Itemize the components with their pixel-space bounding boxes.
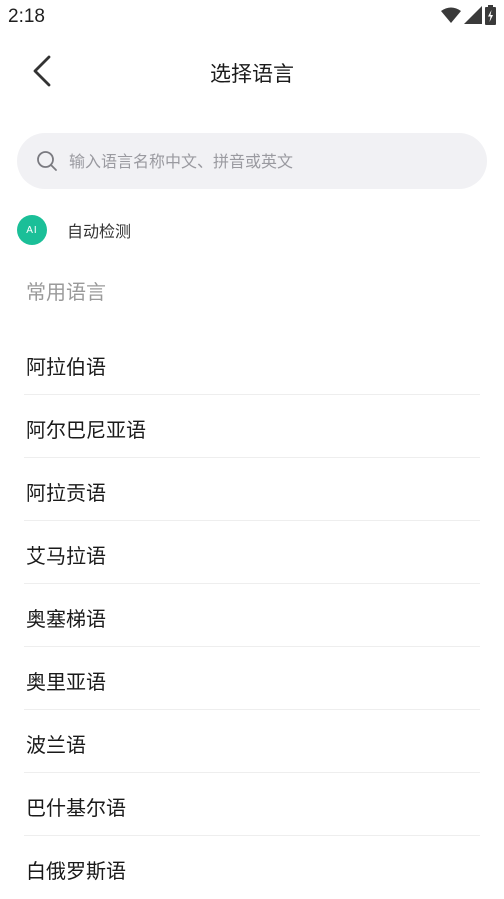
search-box[interactable] xyxy=(17,133,487,189)
language-list: 阿拉伯语 阿尔巴尼亚语 阿拉贡语 艾马拉语 奥塞梯语 奥里亚语 波兰语 巴什基尔… xyxy=(0,332,504,899)
search-icon xyxy=(35,149,59,173)
search-input[interactable] xyxy=(67,150,461,172)
signal-icon xyxy=(464,6,482,28)
language-item[interactable]: 奥里亚语 xyxy=(0,647,504,710)
language-item[interactable]: 阿尔巴尼亚语 xyxy=(0,395,504,458)
language-item[interactable]: 艾马拉语 xyxy=(0,521,504,584)
language-item[interactable]: 波兰语 xyxy=(0,710,504,773)
language-label: 阿拉伯语 xyxy=(26,355,106,379)
language-label: 巴什基尔语 xyxy=(26,796,126,820)
language-item[interactable]: 巴什基尔语 xyxy=(0,773,504,836)
page-title: 选择语言 xyxy=(210,62,294,86)
language-label: 阿拉贡语 xyxy=(26,481,106,505)
language-label: 奥塞梯语 xyxy=(26,607,106,631)
language-label: 波兰语 xyxy=(26,733,86,757)
auto-detect-option[interactable]: AI 自动检测 xyxy=(17,214,131,246)
language-item[interactable]: 阿拉伯语 xyxy=(0,332,504,395)
language-item[interactable]: 奥塞梯语 xyxy=(0,584,504,647)
language-label: 阿尔巴尼亚语 xyxy=(26,418,146,442)
language-label: 艾马拉语 xyxy=(26,544,106,568)
section-title: 常用语言 xyxy=(26,280,106,304)
status-time: 2:18 xyxy=(8,6,45,27)
auto-detect-label: 自动检测 xyxy=(67,222,132,241)
battery-icon xyxy=(485,5,496,29)
wifi-icon xyxy=(441,7,461,28)
ai-badge-icon: AI xyxy=(17,215,47,245)
status-icons xyxy=(441,5,496,29)
language-label: 白俄罗斯语 xyxy=(26,859,126,883)
header: 选择语言 xyxy=(0,44,504,102)
language-item[interactable]: 白俄罗斯语 xyxy=(0,836,504,899)
language-item[interactable]: 阿拉贡语 xyxy=(0,458,504,521)
language-label: 奥里亚语 xyxy=(26,670,106,694)
status-bar: 2:18 xyxy=(0,0,504,34)
